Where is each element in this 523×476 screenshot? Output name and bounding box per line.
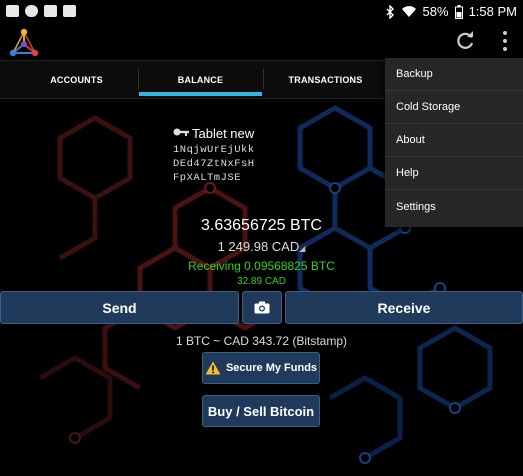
tab-transactions[interactable]: TRANSACTIONS — [264, 61, 387, 98]
action-bar — [0, 24, 523, 60]
camera-icon — [254, 301, 270, 314]
wifi-icon — [401, 6, 416, 17]
overflow-menu-icon[interactable] — [497, 29, 513, 53]
mycelium-logo-icon[interactable] — [8, 28, 40, 60]
key-icon — [173, 128, 189, 136]
status-time: 1:58 PM — [468, 4, 517, 19]
fiat-balance-row[interactable]: 1 249.98 CAD◢ — [0, 239, 523, 254]
secure-funds-label: Secure My Funds — [225, 362, 318, 374]
overflow-menu: Backup Cold Storage About Help Settings — [385, 58, 523, 227]
wallet-name[interactable]: Tablet new — [192, 126, 254, 141]
wallet-address-line-3[interactable]: FpXALTmJSE — [173, 172, 241, 184]
buy-sell-button[interactable]: Buy / Sell Bitcoin — [202, 395, 320, 427]
image-icon — [6, 5, 19, 17]
cloud-icon — [25, 5, 38, 17]
android-icon — [44, 5, 57, 17]
menu-item-settings[interactable]: Settings — [385, 190, 523, 223]
wallet-address-line-2[interactable]: DEd47ZtNxFsH — [173, 158, 255, 170]
bluetooth-icon — [386, 4, 394, 19]
secure-funds-button[interactable]: Secure My Funds — [202, 352, 320, 384]
tab-accounts[interactable]: ACCOUNTS — [15, 61, 138, 98]
exchange-rate[interactable]: 1 BTC ~ CAD 343.72 (Bitstamp) — [0, 334, 523, 348]
battery-icon — [454, 4, 463, 19]
active-tab-indicator — [139, 92, 262, 96]
menu-item-backup[interactable]: Backup — [385, 58, 523, 91]
scan-qr-button[interactable] — [242, 291, 282, 324]
wallet-address-line-1[interactable]: 1NqjwUrEjUkk — [173, 144, 255, 156]
receive-button[interactable]: Receive — [285, 291, 523, 324]
status-bar: 58% 1:58 PM — [0, 0, 523, 24]
receiving-amount: Receiving 0.09568825 BTC — [188, 259, 335, 273]
menu-item-about[interactable]: About — [385, 124, 523, 157]
send-button[interactable]: Send — [0, 291, 239, 324]
warning-icon — [205, 361, 221, 375]
photo-icon — [63, 5, 76, 17]
fiat-balance[interactable]: 1 249.98 CAD — [218, 239, 300, 254]
menu-item-cold-storage[interactable]: Cold Storage — [385, 91, 523, 124]
dropdown-corner-icon: ◢ — [299, 244, 306, 253]
refresh-icon[interactable] — [453, 29, 477, 53]
receiving-fiat: 32.89 CAD — [237, 276, 286, 287]
battery-percent: 58% — [422, 4, 449, 19]
menu-item-help[interactable]: Help — [385, 157, 523, 190]
